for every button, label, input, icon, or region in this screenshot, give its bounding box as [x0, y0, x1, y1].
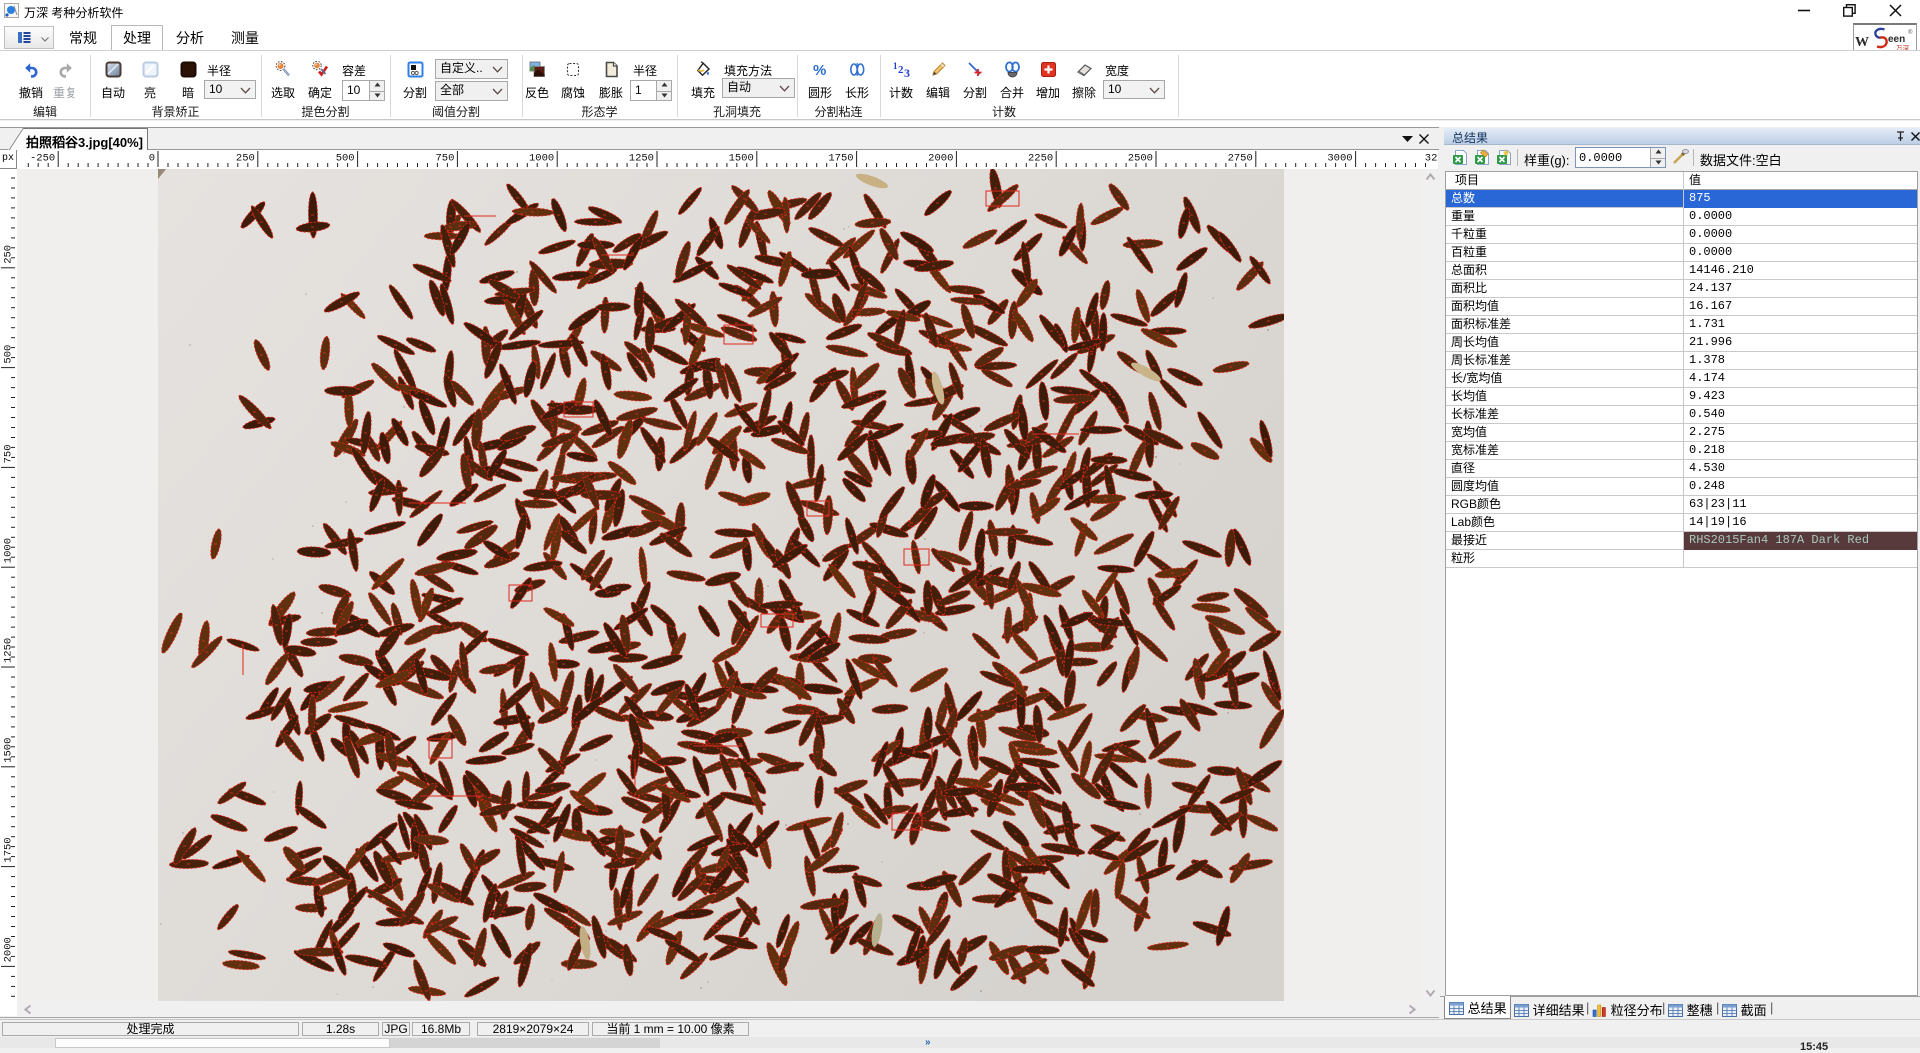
svg-text:2250: 2250	[1028, 153, 1053, 165]
svg-text:1750: 1750	[828, 153, 853, 165]
svg-text:2750: 2750	[1228, 153, 1253, 165]
svg-text:250: 250	[236, 153, 255, 165]
svg-text:®: ®	[1908, 29, 1913, 36]
svg-text:%: %	[813, 62, 826, 78]
svg-text:1500: 1500	[729, 153, 754, 165]
svg-text:3000: 3000	[1327, 153, 1352, 165]
svg-text:500: 500	[336, 153, 355, 165]
svg-text:1500: 1500	[3, 738, 15, 763]
svg-text:een: een	[1888, 34, 1905, 45]
svg-text:2000: 2000	[928, 153, 953, 165]
svg-text:-250: -250	[30, 153, 55, 165]
svg-text:1250: 1250	[629, 153, 654, 165]
svg-text:3: 3	[904, 66, 910, 78]
svg-text:2500: 2500	[1128, 153, 1153, 165]
svg-text:1750: 1750	[3, 837, 15, 862]
svg-text:750: 750	[435, 153, 454, 165]
svg-text:0: 0	[149, 153, 155, 165]
svg-text:1000: 1000	[3, 538, 15, 563]
svg-text:W: W	[1855, 35, 1869, 50]
svg-text:1000: 1000	[529, 153, 554, 165]
svg-text:1250: 1250	[3, 638, 15, 663]
svg-text:2000: 2000	[3, 937, 15, 962]
svg-text:3250: 3250	[1425, 153, 1438, 165]
